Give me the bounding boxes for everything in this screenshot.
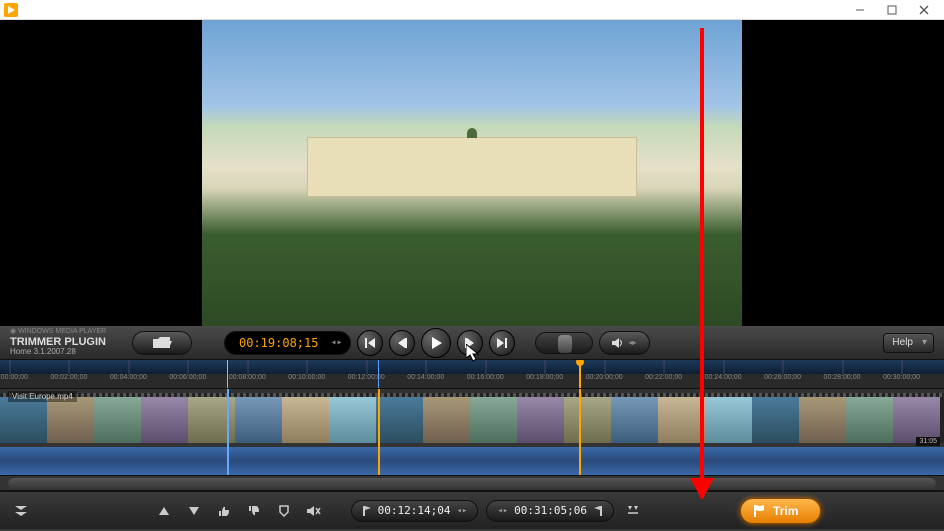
- menu-toggle-button[interactable]: [10, 500, 32, 522]
- filmstrip-thumbnail[interactable]: [611, 397, 658, 447]
- ruler-tick: 00:16:00;00: [467, 374, 504, 381]
- product-version: Home 3.1.2007.28: [10, 348, 120, 357]
- play-button[interactable]: [421, 328, 451, 358]
- filmstrip-thumbnail[interactable]: [564, 397, 611, 447]
- maximize-button[interactable]: [876, 0, 908, 20]
- filmstrip-thumbnail[interactable]: [752, 397, 799, 447]
- filmstrip-thumbnail[interactable]: [470, 397, 517, 447]
- zoom-in-button[interactable]: [153, 500, 175, 522]
- ruler-tick: 00:06:00;00: [169, 374, 206, 381]
- filmstrip-thumbnail[interactable]: [846, 397, 893, 447]
- step-forward-button[interactable]: [457, 330, 483, 356]
- ruler-tick: 00:10:00;00: [288, 374, 325, 381]
- clip-name-label: Visit Europe.mp4: [8, 391, 77, 402]
- volume-button[interactable]: ◂▸: [599, 331, 649, 355]
- filmstrip-thumbnail[interactable]: [94, 397, 141, 447]
- clear-markers-button[interactable]: [622, 500, 644, 522]
- filmstrip-thumbnail[interactable]: [799, 397, 846, 447]
- ruler-tick: 00:20:00;00: [586, 374, 623, 381]
- filmstrip-track[interactable]: Visit Europe.mp4 31:05: [0, 389, 944, 475]
- ruler-tick: 00:26:00;00: [764, 374, 801, 381]
- product-label: ◉ WINDOWS MEDIA PLAYER TRIMMER PLUGIN Ho…: [10, 328, 120, 357]
- filmstrip-thumbnail[interactable]: [376, 397, 423, 447]
- goto-end-button[interactable]: [489, 330, 515, 356]
- ruler-tick: 00:22:00;00: [645, 374, 682, 381]
- filmstrip-thumbnail[interactable]: [517, 397, 564, 447]
- out-flag-icon: [593, 506, 603, 516]
- timecode-stepper-icon[interactable]: ◂▸: [330, 337, 342, 348]
- speed-slider[interactable]: [535, 332, 593, 354]
- audio-waveform: [0, 447, 944, 475]
- filmstrip-thumbnail[interactable]: [235, 397, 282, 447]
- in-point-timecode[interactable]: 00:12:14;04 ◂▸: [351, 500, 479, 522]
- help-dropdown[interactable]: Help: [883, 333, 934, 353]
- filmstrip-thumbnail[interactable]: [0, 397, 47, 447]
- close-button[interactable]: [908, 0, 940, 20]
- minimize-button[interactable]: [844, 0, 876, 20]
- video-frame: [202, 20, 742, 326]
- ruler-tick: 00:00:00;00: [0, 374, 28, 381]
- filmstrip-thumbnail[interactable]: [658, 397, 705, 447]
- timecode-display[interactable]: 00:19:08;15 ◂▸: [224, 331, 351, 355]
- ruler-tick: 00:02:00;00: [50, 374, 87, 381]
- help-label: Help: [892, 337, 913, 348]
- ruler-tick: 00:04:00;00: [110, 374, 147, 381]
- mute-button[interactable]: [303, 500, 325, 522]
- ruler-out-marker[interactable]: [579, 360, 581, 388]
- trim-label: Trim: [773, 504, 798, 518]
- total-duration-label: 31:05: [916, 437, 940, 446]
- goto-start-button[interactable]: [357, 330, 383, 356]
- product-line1: WINDOWS MEDIA PLAYER: [18, 328, 106, 335]
- filmstrip-thumbnail[interactable]: [141, 397, 188, 447]
- marker-button[interactable]: [273, 500, 295, 522]
- out-point-marker[interactable]: [579, 389, 581, 475]
- out-tc-value: 00:31:05;06: [514, 504, 587, 517]
- video-preview-area: [0, 20, 944, 326]
- thumbs-down-button[interactable]: [243, 500, 265, 522]
- bottom-toolbar: 00:12:14;04 ◂▸ ◂▸ 00:31:05;06 Trim: [0, 491, 944, 529]
- ruler-tick: 00:18:00;00: [526, 374, 563, 381]
- filmstrip-thumbnail[interactable]: [705, 397, 752, 447]
- filmstrip-thumbnail[interactable]: [282, 397, 329, 447]
- out-point-timecode[interactable]: ◂▸ 00:31:05;06: [486, 500, 614, 522]
- in-tc-value: 00:12:14;04: [378, 504, 451, 517]
- timeline-ruler[interactable]: 00:00:00;00 00:02:00;00 00:04:00;00 00:06:0…: [0, 359, 944, 389]
- playhead-line[interactable]: [378, 389, 380, 475]
- titlebar: [0, 0, 944, 20]
- filmstrip-thumbnail[interactable]: [329, 397, 376, 447]
- ruler-tick: 00:08:00;00: [229, 374, 266, 381]
- ruler-tick: 00:12:00;00: [348, 374, 385, 381]
- ruler-in-marker[interactable]: [227, 360, 228, 388]
- ruler-tick: 00:14:00;00: [407, 374, 444, 381]
- ruler-tick: 00:24:00;00: [705, 374, 742, 381]
- in-point-marker[interactable]: [227, 389, 229, 475]
- current-timecode: 00:19:08;15: [239, 336, 318, 350]
- trim-button[interactable]: Trim: [740, 498, 821, 524]
- timeline-scrollbar[interactable]: [0, 475, 944, 491]
- scrollbar-thumb[interactable]: [8, 478, 936, 490]
- ruler-tick: 00:30:00;00: [883, 374, 920, 381]
- app-icon: [4, 3, 18, 17]
- trim-flag-icon: [753, 505, 767, 517]
- playback-controls: ◉ WINDOWS MEDIA PLAYER TRIMMER PLUGIN Ho…: [0, 326, 944, 359]
- in-flag-icon: [362, 506, 372, 516]
- thumbs-up-button[interactable]: [213, 500, 235, 522]
- filmstrip-thumbnail[interactable]: [423, 397, 470, 447]
- ruler-playhead[interactable]: [378, 360, 379, 388]
- ruler-tick: 00:28:00;00: [824, 374, 861, 381]
- zoom-out-button[interactable]: [183, 500, 205, 522]
- step-back-button[interactable]: [389, 330, 415, 356]
- open-file-button[interactable]: [132, 331, 192, 355]
- filmstrip-thumbnail[interactable]: [47, 397, 94, 447]
